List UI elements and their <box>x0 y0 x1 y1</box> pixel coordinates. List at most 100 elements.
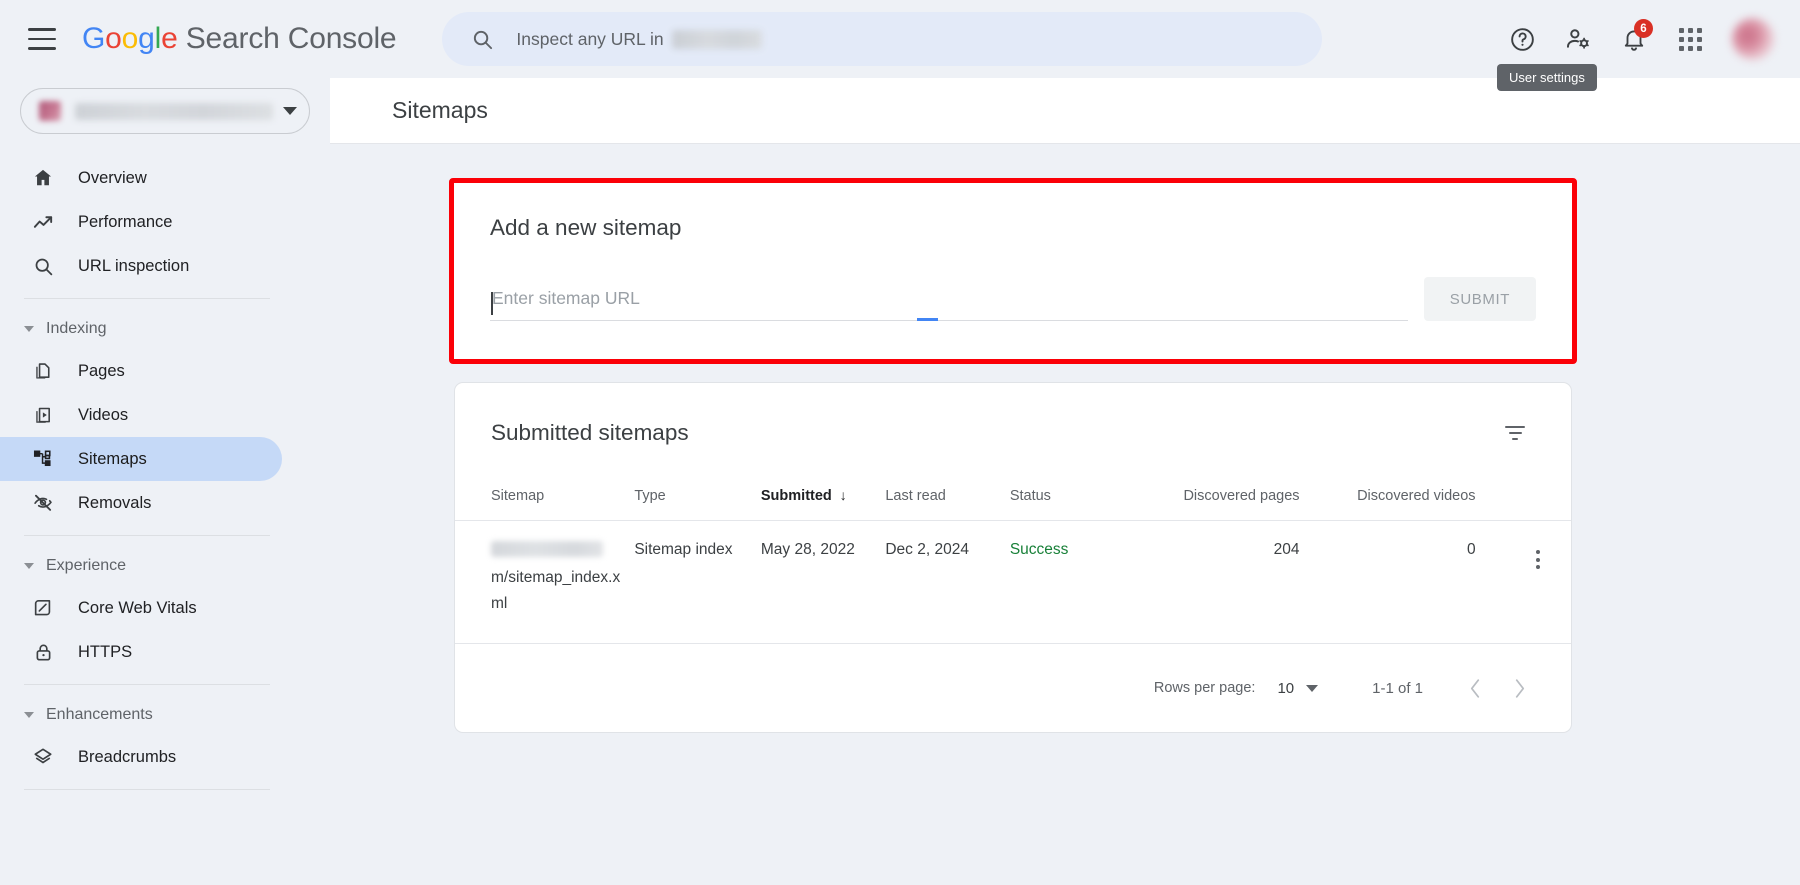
sidebar-divider-3 <box>24 684 270 685</box>
rows-per-page-value[interactable]: 10 <box>1277 680 1294 697</box>
submitted-sitemaps-title: Submitted sitemaps <box>491 420 689 446</box>
left-sidebar: Overview Performance <box>0 78 330 885</box>
input-underline <box>490 320 1408 322</box>
chevron-down-icon <box>283 107 297 115</box>
top-app-bar: Google Search Console Inspect any URL in <box>0 0 1800 78</box>
product-name-text: Search Console <box>186 22 397 55</box>
home-icon <box>30 167 56 189</box>
pagination-range: 1-1 of 1 <box>1372 680 1423 697</box>
sidebar-item-sitemaps[interactable]: Sitemaps <box>0 437 282 481</box>
sidebar-label-overview: Overview <box>78 169 147 188</box>
cell-discovered-pages: 204 <box>1158 521 1332 644</box>
sidebar-group-indexing[interactable]: Indexing <box>0 309 330 349</box>
rows-per-page-chevron-down-icon[interactable] <box>1306 685 1318 692</box>
property-selector[interactable] <box>20 88 310 134</box>
chevron-right-icon[interactable] <box>1497 666 1541 710</box>
help-icon[interactable] <box>1498 15 1546 63</box>
sidebar-item-pages[interactable]: Pages <box>0 349 282 393</box>
column-header-discovered-videos[interactable]: Discovered videos <box>1332 475 1506 521</box>
sidebar-group-label-enhancements: Enhancements <box>46 706 153 724</box>
sidebar-item-https[interactable]: HTTPS <box>0 630 282 674</box>
column-header-type[interactable]: Type <box>634 475 761 521</box>
submitted-sitemaps-header: Submitted sitemaps <box>455 383 1571 453</box>
user-settings-tooltip: User settings <box>1497 64 1597 91</box>
sidebar-divider-4 <box>24 789 270 790</box>
sidebar-item-videos[interactable]: Videos <box>0 393 282 437</box>
chevron-down-icon <box>24 712 34 718</box>
add-sitemap-card: Add a new sitemap SUBMIT <box>454 183 1572 359</box>
sitemap-url-input-wrapper <box>490 288 1408 321</box>
content-scroll-area: Add a new sitemap SUBMIT <box>330 144 1800 885</box>
kebab-menu-icon[interactable] <box>1532 546 1544 574</box>
logo-letter-g: G <box>82 22 105 55</box>
logo-letter-o2: o <box>122 22 139 55</box>
sidebar-group-label-indexing: Indexing <box>46 320 107 338</box>
sitemap-url-line2: m/sitemap_index.x <box>491 565 634 591</box>
hamburger-menu-icon[interactable] <box>28 28 56 50</box>
search-placeholder-text: Inspect any URL in <box>516 29 663 50</box>
submit-button[interactable]: SUBMIT <box>1424 277 1536 321</box>
sort-descending-icon: ↓ <box>840 487 847 503</box>
cell-last-read-date: Dec 2, 2024 <box>885 521 1009 644</box>
sidebar-label-breadcrumbs: Breadcrumbs <box>78 748 176 767</box>
lock-icon <box>30 642 56 663</box>
search-placeholder: Inspect any URL in <box>516 29 761 50</box>
search-icon <box>471 28 494 51</box>
main-content: Sitemaps Add a new sitemap <box>330 78 1800 885</box>
pages-copy-icon <box>30 361 56 382</box>
search-console-app: Google Search Console Inspect any URL in <box>0 0 1800 885</box>
sidebar-item-url-inspection[interactable]: URL inspection <box>0 244 282 288</box>
product-name <box>178 22 186 55</box>
google-search-console-logo: Google Search Console <box>82 22 396 56</box>
trending-up-icon <box>30 211 56 234</box>
column-header-actions <box>1506 475 1571 521</box>
sidebar-group-enhancements[interactable]: Enhancements <box>0 695 330 735</box>
sidebar-label-removals: Removals <box>78 494 151 513</box>
sidebar-item-core-web-vitals[interactable]: Core Web Vitals <box>0 586 282 630</box>
add-sitemap-form: SUBMIT <box>490 277 1536 321</box>
column-header-discovered-pages[interactable]: Discovered pages <box>1158 475 1332 521</box>
column-header-last-read[interactable]: Last read <box>885 475 1009 521</box>
sidebar-divider-1 <box>24 298 270 299</box>
cell-row-actions <box>1506 521 1571 644</box>
sidebar-label-pages: Pages <box>78 362 125 381</box>
notification-count-badge: 6 <box>1634 19 1653 38</box>
add-sitemap-title: Add a new sitemap <box>490 215 1536 241</box>
sitemap-url-redacted <box>491 541 603 557</box>
sidebar-item-breadcrumbs[interactable]: Breadcrumbs <box>0 735 282 779</box>
cell-sitemap-url[interactable]: m/sitemap_index.x ml <box>455 521 634 644</box>
page-title: Sitemaps <box>392 97 488 124</box>
submitted-sitemaps-card: Submitted sitemaps Sitemap Type Submitte… <box>454 382 1572 733</box>
column-header-sitemap[interactable]: Sitemap <box>455 475 634 521</box>
sitemaps-table-body: m/sitemap_index.x ml Sitemap index May 2… <box>455 521 1571 644</box>
sidebar-label-url-inspection: URL inspection <box>78 257 189 276</box>
filter-icon[interactable] <box>1495 413 1535 453</box>
google-apps-grid-icon[interactable] <box>1666 15 1714 63</box>
sidebar-group-experience[interactable]: Experience <box>0 546 330 586</box>
chevron-down-icon <box>24 563 34 569</box>
sidebar-item-removals[interactable]: Removals <box>0 481 282 525</box>
sitemap-url-input[interactable] <box>490 288 1408 321</box>
rows-per-page-label: Rows per page: <box>1154 680 1256 696</box>
chevron-left-icon[interactable] <box>1453 666 1497 710</box>
cell-discovered-videos: 0 <box>1332 521 1506 644</box>
sidebar-item-overview[interactable]: Overview <box>0 156 282 200</box>
logo-letter-o1: o <box>105 22 122 55</box>
speedometer-icon <box>30 597 56 619</box>
table-row[interactable]: m/sitemap_index.x ml Sitemap index May 2… <box>455 521 1571 644</box>
eye-off-icon <box>30 492 56 514</box>
url-inspection-search-bar[interactable]: Inspect any URL in <box>442 12 1322 66</box>
cell-submitted-date: May 28, 2022 <box>761 521 885 644</box>
table-header-row: Sitemap Type Submitted↓ Last read Status… <box>455 475 1571 521</box>
account-avatar[interactable] <box>1732 18 1774 60</box>
sidebar-label-sitemaps: Sitemaps <box>78 450 147 469</box>
sidebar-item-performance[interactable]: Performance <box>0 200 282 244</box>
column-header-submitted[interactable]: Submitted↓ <box>761 475 885 521</box>
sidebar-label-core-web-vitals: Core Web Vitals <box>78 599 197 618</box>
notifications-bell-icon[interactable]: 6 <box>1610 15 1658 63</box>
status-badge: Success <box>1010 541 1069 558</box>
user-settings-icon[interactable] <box>1554 15 1602 63</box>
search-icon <box>30 256 56 277</box>
column-header-status[interactable]: Status <box>1010 475 1158 521</box>
redacted-domain <box>672 30 762 49</box>
